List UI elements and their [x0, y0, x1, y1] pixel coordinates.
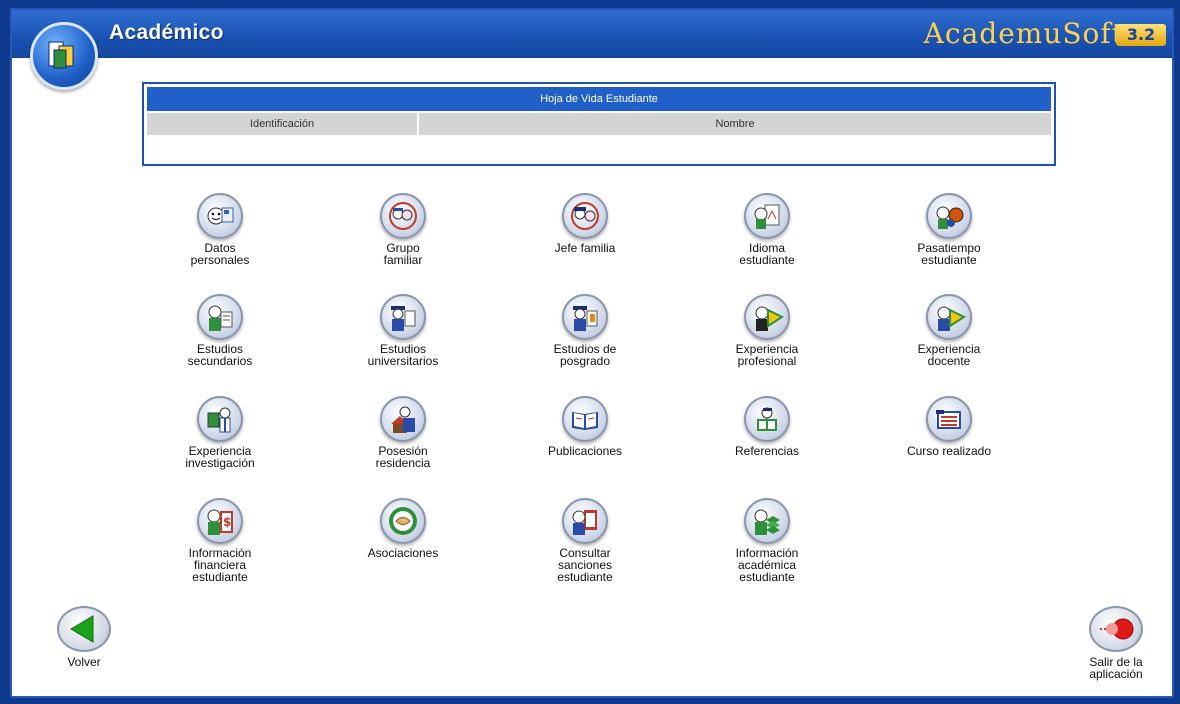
column-identificacion: Identificación [147, 113, 419, 135]
course-icon [926, 396, 972, 442]
secondary-studies-icon [197, 294, 243, 340]
language-icon [744, 193, 790, 239]
tile-label: Estudios secundarios [187, 342, 253, 368]
tile-label: Información financiera estudiante [188, 546, 252, 584]
sanctions-icon [562, 498, 608, 544]
brand-logo-text: AcademuSoft [923, 17, 1124, 50]
family-head-icon [562, 193, 608, 239]
family-group-icon [380, 193, 426, 239]
tile-label: Consultar sanciones estudiante [557, 546, 613, 584]
tile-idioma-estudiante[interactable]: Idioma estudiante [692, 193, 842, 266]
exit-button[interactable]: Salir de la aplicación [1071, 606, 1161, 680]
exit-icon [1089, 606, 1143, 652]
tile-label: Jefe familia [554, 241, 616, 255]
tile-consultar-sanciones[interactable]: Consultar sanciones estudiante [510, 498, 660, 583]
tile-experiencia-profesional[interactable]: Experiencia profesional [692, 294, 842, 367]
hobby-icon [926, 193, 972, 239]
university-studies-icon [380, 294, 426, 340]
back-button[interactable]: Volver [39, 606, 129, 668]
tile-label: Estudios universitarios [367, 342, 439, 368]
student-record-title: Hoja de Vida Estudiante [147, 87, 1051, 111]
brand-version-badge: 3.2 [1116, 24, 1166, 46]
academico-logo-icon [30, 22, 98, 90]
main-panel: Académico AcademuSoft 3.2 Hoja de Vida E… [10, 8, 1174, 698]
tile-pasatiempo-estudiante[interactable]: Pasatiempo estudiante [874, 193, 1024, 266]
tile-label: Referencias [734, 444, 800, 458]
tile-label: Idioma estudiante [739, 241, 795, 267]
tile-grupo-familiar[interactable]: Grupo familiar [328, 193, 478, 266]
tile-posesion-residencia[interactable]: Posesión residencia [328, 396, 478, 469]
academic-info-icon [744, 498, 790, 544]
tile-experiencia-docente[interactable]: Experiencia docente [874, 294, 1024, 367]
professional-experience-icon [744, 294, 790, 340]
tile-experiencia-investigacion[interactable]: Experiencia investigación [145, 396, 295, 469]
title-bar: Académico AcademuSoft 3.2 [12, 10, 1172, 58]
research-experience-icon [197, 396, 243, 442]
tile-estudios-posgrado[interactable]: Estudios de posgrado [510, 294, 660, 367]
tile-label: Datos personales [190, 241, 250, 267]
back-label: Volver [67, 655, 101, 669]
app-title: Académico [109, 21, 224, 44]
associations-icon [380, 498, 426, 544]
residence-icon [380, 396, 426, 442]
tile-datos-personales[interactable]: Datos personales [145, 193, 295, 266]
back-arrow-icon [57, 606, 111, 652]
tile-estudios-universitarios[interactable]: Estudios universitarios [328, 294, 478, 367]
tile-estudios-secundarios[interactable]: Estudios secundarios [145, 294, 295, 367]
tile-label: Asociaciones [367, 546, 439, 560]
tile-label: Información académica estudiante [735, 546, 799, 584]
student-record-columns: Identificación Nombre [147, 113, 1051, 135]
app-frame: Académico AcademuSoft 3.2 Hoja de Vida E… [0, 0, 1180, 704]
student-record-table: Hoja de Vida Estudiante Identificación N… [142, 82, 1056, 166]
tile-jefe-familia[interactable]: Jefe familia [510, 193, 660, 254]
tile-label: Pasatiempo estudiante [917, 241, 981, 267]
column-nombre: Nombre [715, 118, 755, 130]
tile-label: Experiencia profesional [735, 342, 799, 368]
tile-referencias[interactable]: Referencias [692, 396, 842, 457]
svg-text:$: $ [223, 515, 231, 529]
exit-label: Salir de la aplicación [1089, 655, 1143, 681]
publications-icon [562, 396, 608, 442]
tile-label: Posesión residencia [375, 444, 431, 470]
tile-label: Publicaciones [547, 444, 623, 458]
postgraduate-icon [562, 294, 608, 340]
tile-label: Estudios de posgrado [553, 342, 617, 368]
tile-publicaciones[interactable]: Publicaciones [510, 396, 660, 457]
tile-asociaciones[interactable]: Asociaciones [328, 498, 478, 559]
tile-curso-realizado[interactable]: Curso realizado [874, 396, 1024, 457]
tile-label: Curso realizado [906, 444, 992, 458]
tile-informacion-academica[interactable]: Información académica estudiante [692, 498, 842, 583]
tile-label: Experiencia docente [917, 342, 981, 368]
personal-data-icon [197, 193, 243, 239]
financial-info-icon: $ [197, 498, 243, 544]
tile-label: Grupo familiar [383, 241, 423, 267]
teaching-experience-icon [926, 294, 972, 340]
tile-label: Experiencia investigación [185, 444, 255, 470]
references-icon [744, 396, 790, 442]
tile-informacion-financiera[interactable]: $ Información financiera estudiante [145, 498, 295, 583]
